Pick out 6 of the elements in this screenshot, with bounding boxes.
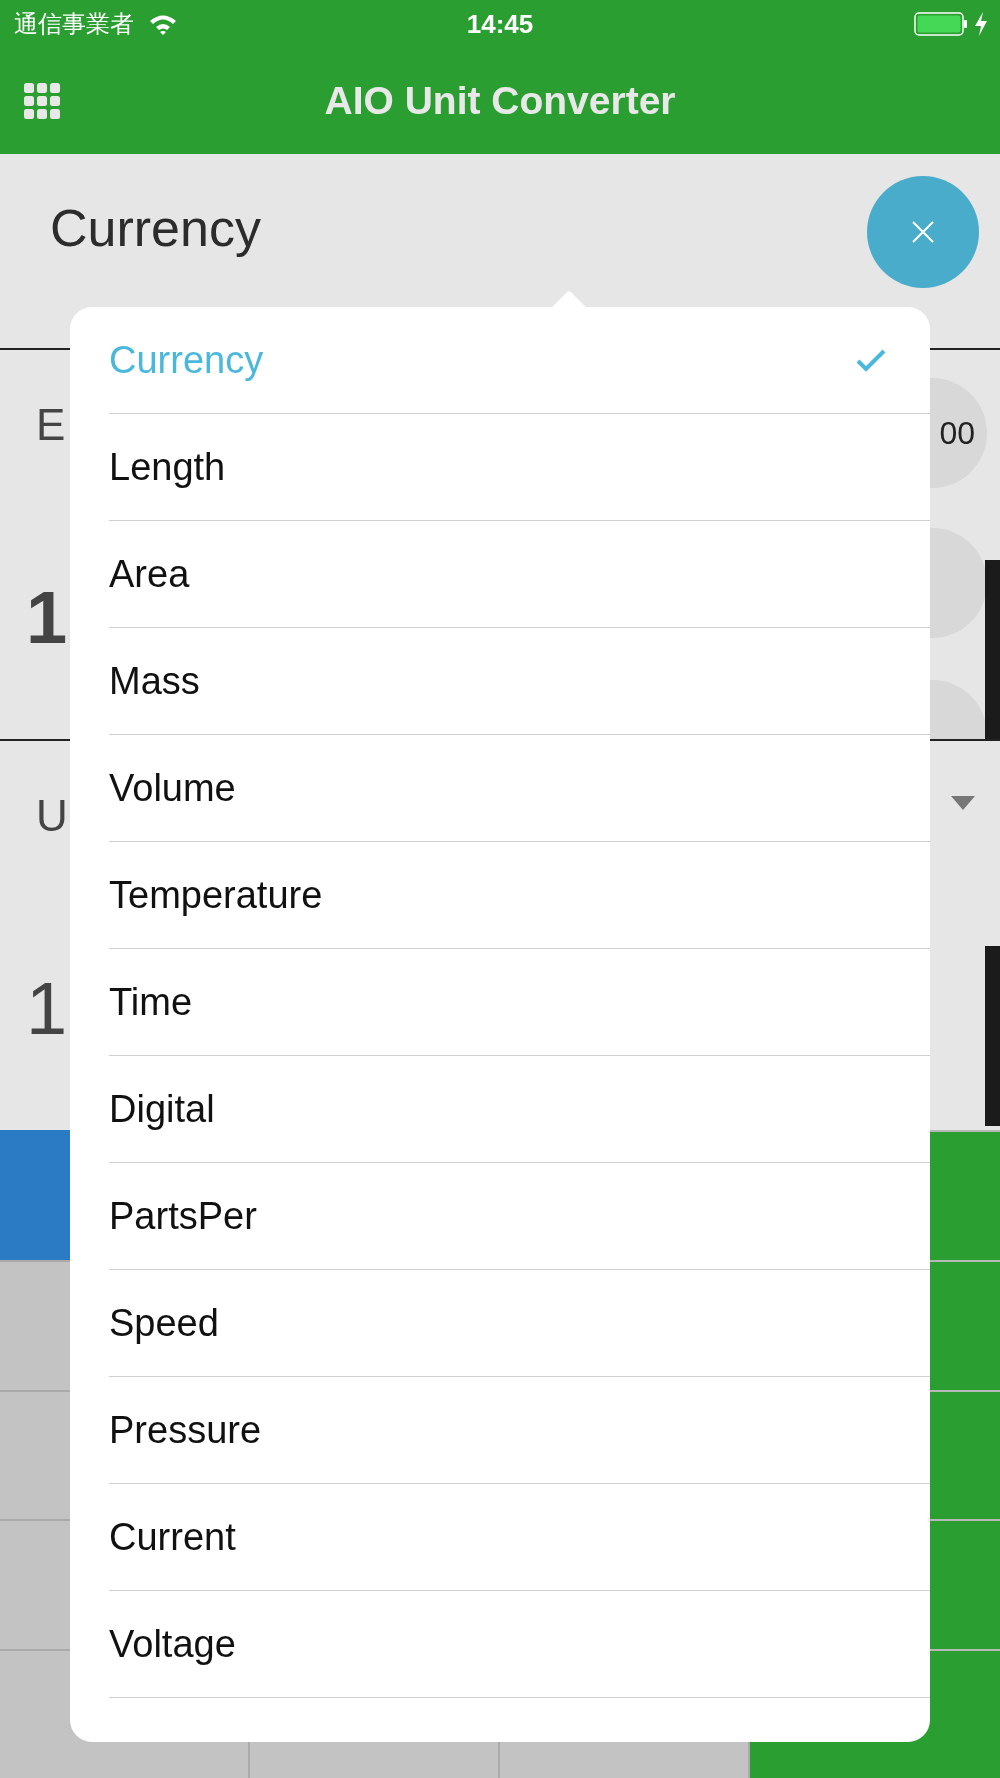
clock-time: 14:45: [466, 8, 534, 39]
carrier-name: 通信事業者: [14, 9, 134, 39]
category-title: Currency: [50, 198, 261, 258]
app-title: AIO Unit Converter: [324, 79, 676, 122]
unit-value: 1: [26, 575, 68, 660]
unit-value: 1: [26, 966, 68, 1051]
